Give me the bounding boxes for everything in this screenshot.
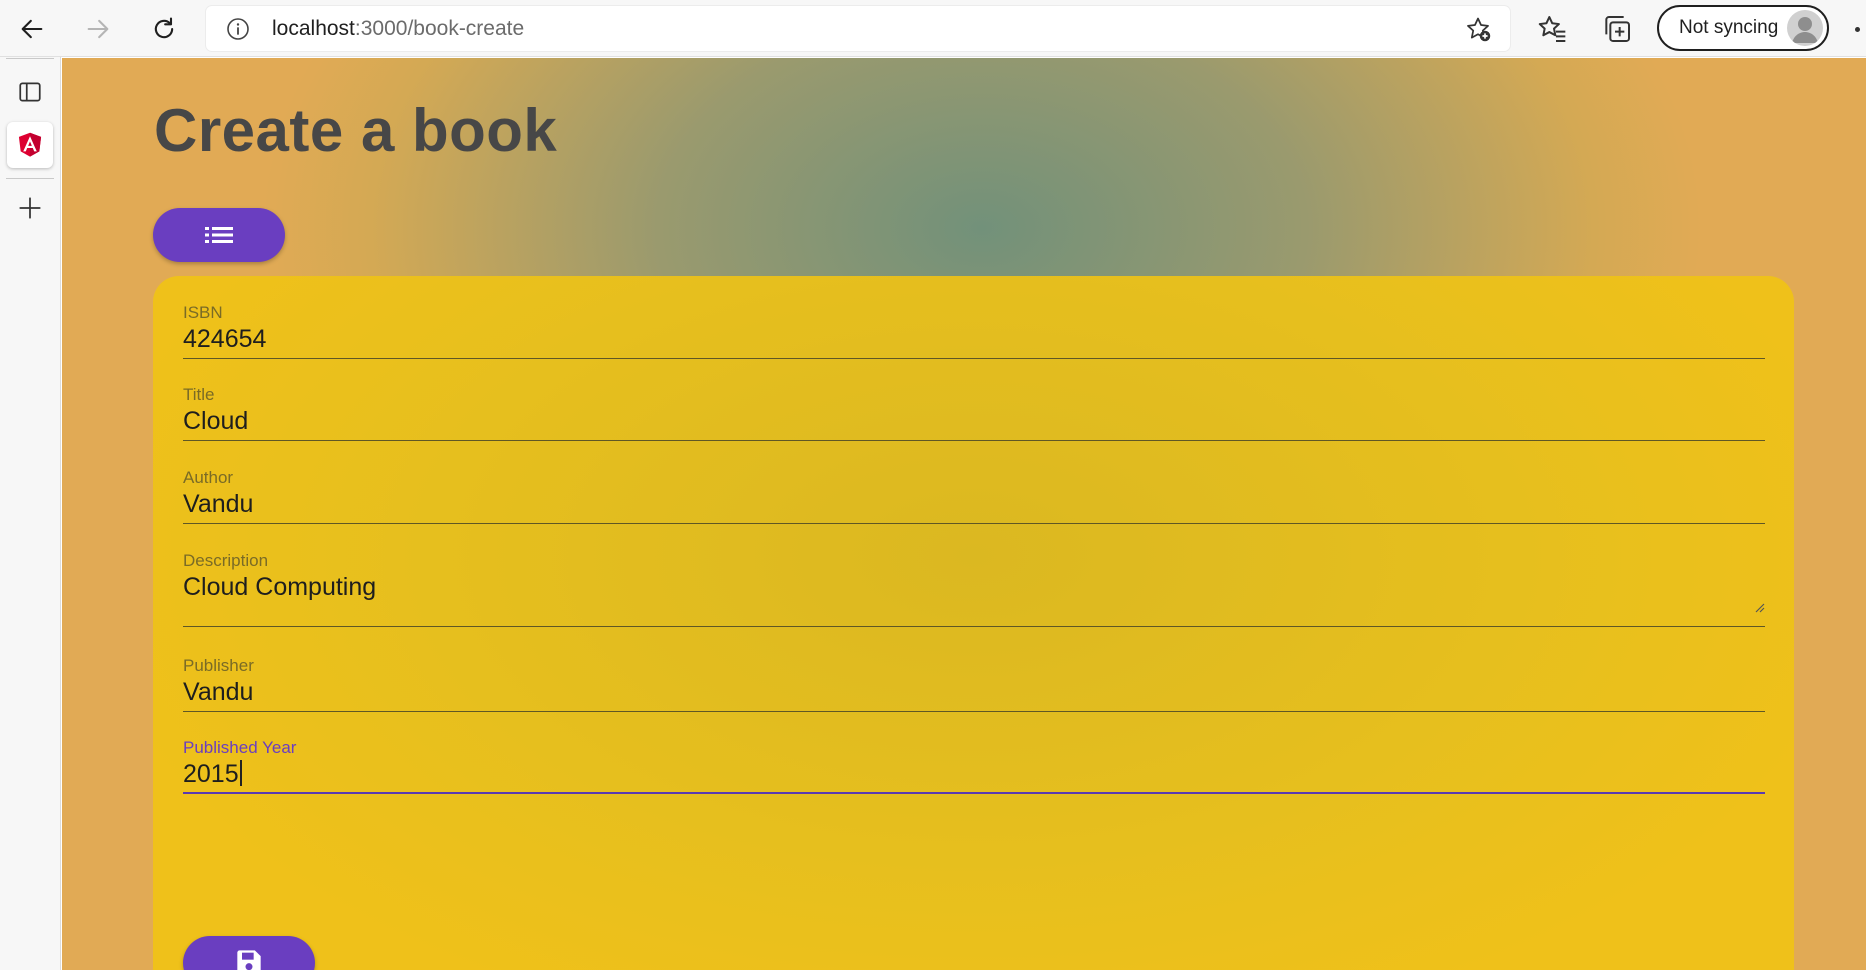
description-label: Description — [183, 551, 269, 570]
author-input[interactable]: Vandu — [183, 490, 253, 519]
forward-button[interactable] — [76, 8, 120, 50]
title-field[interactable]: Title Cloud — [183, 385, 1765, 455]
address-bar[interactable]: localhost:3000/book-create — [206, 6, 1510, 51]
sync-label: Not syncing — [1679, 17, 1779, 38]
page-viewport: Create a book ISBN 424654 Title Cloud Au… — [62, 58, 1866, 970]
angular-icon — [18, 132, 42, 157]
url-path: :3000/book-create — [354, 17, 525, 40]
forward-arrow-icon — [87, 19, 109, 39]
published-year-underline — [183, 792, 1765, 794]
info-icon[interactable] — [226, 17, 250, 41]
profile-sync-button[interactable]: Not syncing — [1657, 5, 1829, 51]
refresh-button[interactable] — [142, 8, 186, 50]
tab-divider — [6, 178, 54, 179]
isbn-input[interactable]: 424654 — [183, 325, 266, 354]
favorites-icon[interactable] — [1536, 13, 1568, 45]
url-host: localhost — [272, 17, 355, 40]
tab-actions-button[interactable] — [7, 69, 53, 115]
description-field[interactable]: Description Cloud Computing — [183, 551, 1765, 641]
text-caret — [239, 760, 242, 786]
title-underline — [183, 440, 1765, 441]
book-form-card: ISBN 424654 Title Cloud Author Vandu Des… — [153, 276, 1794, 970]
tab-angular-app[interactable] — [7, 122, 53, 168]
published-year-input[interactable]: 2015 — [183, 760, 242, 789]
title-label: Title — [183, 385, 215, 404]
publisher-label: Publisher — [183, 656, 254, 675]
published-year-label: Published Year — [183, 738, 297, 757]
publisher-field[interactable]: Publisher Vandu — [183, 656, 1765, 726]
published-year-value: 2015 — [183, 760, 239, 788]
resize-handle-icon[interactable] — [1753, 601, 1765, 613]
save-button[interactable] — [183, 936, 315, 970]
vertical-tab-strip — [0, 57, 61, 970]
back-button[interactable] — [10, 8, 54, 50]
author-field[interactable]: Author Vandu — [183, 468, 1765, 538]
publisher-underline — [183, 711, 1765, 712]
description-textarea[interactable]: Cloud Computing — [183, 573, 376, 602]
new-tab-button[interactable] — [7, 185, 53, 231]
tab-panel-icon — [19, 82, 41, 102]
author-label: Author — [183, 468, 234, 487]
avatar-icon — [1787, 10, 1823, 46]
back-arrow-icon — [21, 19, 43, 39]
list-icon — [205, 227, 233, 243]
more-menu-icon[interactable] — [1855, 27, 1860, 32]
isbn-underline — [183, 358, 1765, 359]
isbn-field[interactable]: ISBN 424654 — [183, 303, 1765, 373]
collections-icon[interactable] — [1601, 13, 1633, 45]
plus-icon — [19, 197, 41, 219]
tab-divider — [6, 58, 54, 59]
title-input[interactable]: Cloud — [183, 407, 248, 436]
refresh-icon — [154, 17, 174, 39]
page-title: Create a book — [154, 97, 558, 164]
save-icon — [237, 950, 261, 970]
publisher-input[interactable]: Vandu — [183, 678, 253, 707]
published-year-field[interactable]: Published Year 2015 — [183, 738, 1765, 808]
description-underline — [183, 626, 1765, 627]
browser-toolbar: localhost:3000/book-create Not syncing — [0, 0, 1866, 57]
author-underline — [183, 523, 1765, 524]
url-text[interactable]: localhost:3000/book-create — [272, 6, 524, 51]
isbn-label: ISBN — [183, 303, 223, 322]
book-list-button[interactable] — [153, 208, 285, 262]
add-favorite-icon[interactable] — [1464, 15, 1492, 43]
